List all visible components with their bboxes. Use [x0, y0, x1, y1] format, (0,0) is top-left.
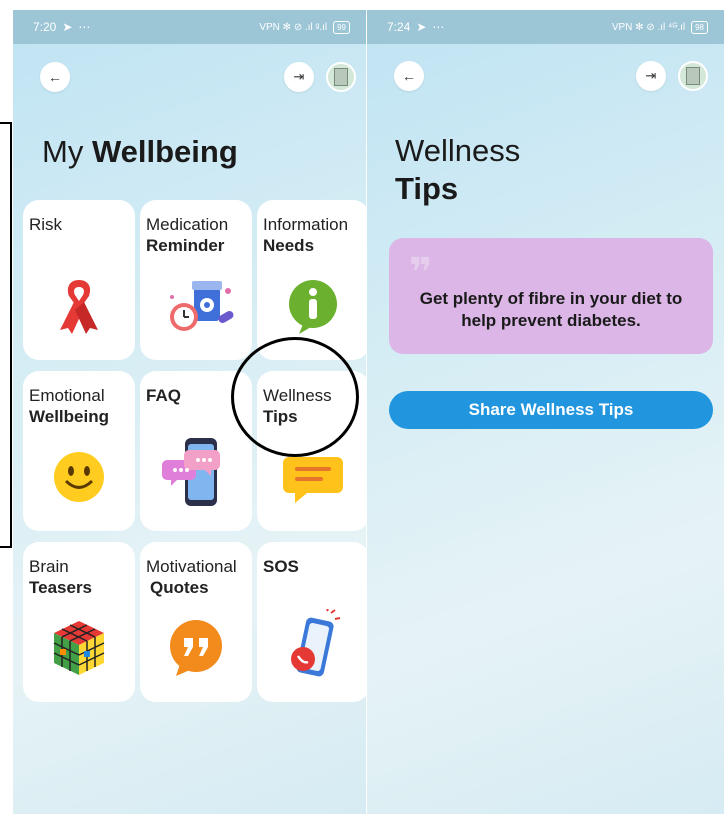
logout-icon: ⇥ — [645, 68, 657, 83]
profile-icon — [686, 67, 700, 85]
tile-risk[interactable]: Risk — [23, 200, 135, 360]
avatar[interactable] — [326, 62, 356, 92]
pills-clock-icon — [140, 268, 252, 344]
tile-sos[interactable]: SOS — [257, 542, 366, 702]
my-wellbeing-screen: 7:20 ➤ ⋯ VPN ✻ ⊘ .ıl ᵍ.ıl 99 ← ⇥ My Well… — [13, 10, 366, 814]
wellness-tips-screen: 7:24 ➤ ⋯ VPN ✻ ⊘ .ıl ⁴ᴳ.ıl 98 ← ⇥ Wellne… — [367, 10, 724, 814]
tile-medication-reminder[interactable]: Medication Reminder — [140, 200, 252, 360]
logout-button[interactable]: ⇥ — [636, 61, 666, 91]
tip-text: Get plenty of fibre in your diet to help… — [419, 289, 683, 330]
status-time: 7:20 — [33, 20, 57, 34]
annotation-highlight-circle — [231, 337, 359, 457]
ribbon-icon — [23, 268, 135, 344]
info-bubble-icon — [257, 268, 366, 344]
rubiks-cube-icon — [23, 610, 135, 686]
more-icon: ⋯ — [432, 20, 445, 34]
smiley-icon — [23, 439, 135, 515]
back-button[interactable]: ← — [40, 62, 70, 92]
arrow-left-icon: ← — [48, 69, 62, 85]
battery-icon: 99 — [333, 20, 350, 34]
quote-mark-icon: ❞ — [409, 251, 433, 295]
tip-card: ❞ Get plenty of fibre in your diet to he… — [389, 238, 713, 354]
tile-emotional-wellbeing[interactable]: Emotional Wellbeing — [23, 371, 135, 531]
tile-information-needs[interactable]: Information Needs — [257, 200, 366, 360]
battery-icon: 98 — [691, 20, 708, 34]
tile-motivational-quotes[interactable]: Motivational Quotes — [140, 542, 252, 702]
more-icon: ⋯ — [78, 20, 91, 34]
status-bar: 7:24 ➤ ⋯ VPN ✻ ⊘ .ıl ⁴ᴳ.ıl 98 — [367, 10, 724, 44]
status-indicators: VPN ✻ ⊘ .ıl ⁴ᴳ.ıl — [611, 21, 686, 33]
sos-phone-icon — [257, 604, 366, 690]
status-indicators: VPN ✻ ⊘ .ıl ᵍ.ıl — [259, 21, 328, 33]
page-title: My Wellbeing — [42, 134, 238, 169]
back-button[interactable]: ← — [394, 61, 424, 91]
share-wellness-tips-button[interactable]: Share Wellness Tips — [389, 391, 713, 429]
logout-button[interactable]: ⇥ — [284, 62, 314, 92]
page-title: Wellness Tips — [395, 133, 521, 206]
avatar[interactable] — [678, 61, 708, 91]
telegram-icon: ➤ — [416, 20, 427, 34]
logout-icon: ⇥ — [293, 69, 305, 84]
profile-icon — [334, 68, 348, 86]
status-time: 7:24 — [387, 20, 411, 34]
annotation-bracket — [0, 122, 12, 548]
status-bar: 7:20 ➤ ⋯ VPN ✻ ⊘ .ıl ᵍ.ıl 99 — [13, 10, 366, 44]
arrow-left-icon: ← — [402, 68, 416, 84]
quote-bubble-icon — [140, 610, 252, 686]
telegram-icon: ➤ — [62, 20, 73, 34]
tile-brain-teasers[interactable]: Brain Teasers — [23, 542, 135, 702]
phone-chat-icon — [140, 429, 252, 519]
